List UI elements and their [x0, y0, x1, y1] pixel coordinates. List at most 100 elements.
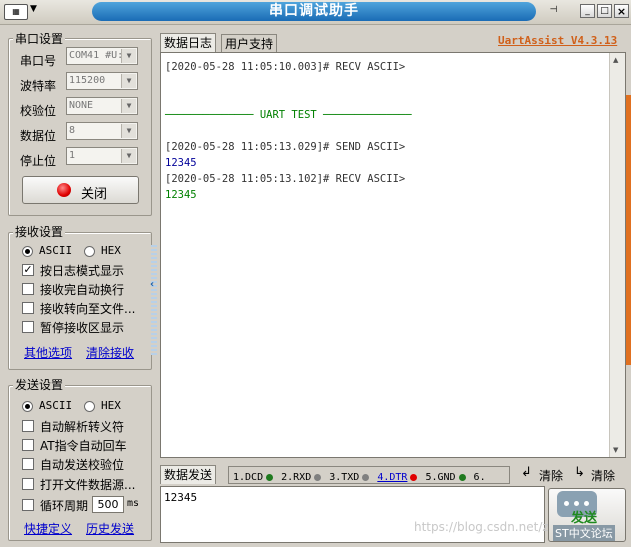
tab-user-support[interactable]: 用户支持: [221, 34, 278, 52]
auto-newline-label: 接收完自动换行: [40, 283, 125, 297]
receive-hex-radio[interactable]: [84, 246, 95, 257]
data-bits-value: 8: [69, 125, 76, 136]
signal-indicator[interactable]: 2.RXD: [281, 472, 322, 483]
stop-bits-select[interactable]: 1 ▼: [66, 147, 138, 165]
log-line: ────────────── UART TEST ──────────────: [165, 109, 412, 121]
data-bits-select[interactable]: 8 ▼: [66, 122, 138, 140]
signal-indicator[interactable]: 3.TXD: [329, 472, 370, 483]
receive-settings-title: 接收设置: [13, 223, 66, 240]
scroll-up-icon[interactable]: ▲: [613, 56, 618, 64]
log-line: [2020-05-28 11:05:10.003]# RECV ASCII>: [165, 61, 406, 73]
at-auto-return-checkbox[interactable]: [22, 439, 34, 451]
signal-label: 6.: [473, 472, 486, 483]
clear-send-button[interactable]: 清除: [539, 467, 563, 484]
clear-receive-link[interactable]: 清除接收: [86, 344, 134, 361]
escape-parse-label: 自动解析转义符: [40, 420, 125, 434]
chevron-down-icon: ▼: [121, 99, 136, 113]
baud-label: 波特率: [20, 79, 57, 93]
receive-hex-label: HEX: [101, 244, 121, 257]
log-mode-label: 按日志模式显示: [40, 264, 125, 278]
stop-bits-value: 1: [69, 150, 76, 161]
window-title: 串口调试助手: [92, 2, 536, 21]
auto-checksum-label: 自动发送校验位: [40, 458, 125, 472]
log-line: 12345: [165, 157, 197, 169]
data-bits-label: 数据位: [20, 129, 57, 143]
scroll-down-icon[interactable]: ▼: [613, 446, 618, 454]
parity-label: 校验位: [20, 104, 57, 118]
chevron-down-icon: ▼: [121, 124, 136, 138]
log-mode-checkbox[interactable]: ✓: [22, 264, 34, 276]
log-scrollbar[interactable]: ▲ ▼: [609, 53, 625, 457]
shortcut-define-link[interactable]: 快捷定义: [24, 520, 72, 537]
send-ascii-radio[interactable]: [22, 401, 33, 412]
right-edge-bar: [626, 95, 631, 365]
baud-select[interactable]: 115200 ▼: [66, 72, 138, 90]
collapse-left-icon[interactable]: ‹: [150, 279, 154, 290]
signal-led-icon: [314, 473, 322, 481]
log-line: [2020-05-28 11:05:13.029]# SEND ASCII>: [165, 141, 406, 153]
port-label: 串口号: [20, 54, 57, 68]
signal-led-icon: [458, 473, 466, 481]
send-hex-label: HEX: [101, 399, 121, 412]
at-auto-return-label: AT指令自动回车: [40, 439, 127, 453]
stop-bits-label: 停止位: [20, 154, 57, 168]
panel-splitter[interactable]: [151, 245, 157, 355]
receive-ascii-label: ASCII: [39, 244, 73, 257]
send-hex-radio[interactable]: [84, 401, 95, 412]
log-line: [2020-05-28 11:05:13.102]# RECV ASCII>: [165, 173, 406, 185]
auto-newline-checkbox[interactable]: [22, 283, 34, 295]
clear-counter-icon[interactable]: ↳: [574, 465, 585, 480]
port-select[interactable]: COM41 #U: ▼: [66, 47, 138, 65]
serial-settings-title: 串口设置: [13, 30, 66, 47]
signal-led-icon: [410, 473, 418, 481]
signal-label: 2.RXD: [281, 472, 312, 483]
send-ascii-label: ASCII: [39, 399, 73, 412]
file-source-checkbox[interactable]: [22, 478, 34, 490]
close-window-button[interactable]: ×: [614, 4, 629, 18]
signal-indicator[interactable]: 5.GND: [425, 472, 466, 483]
minimize-button[interactable]: _: [580, 4, 595, 18]
loop-period-input[interactable]: 500: [92, 496, 124, 513]
chevron-down-icon: ▼: [121, 149, 136, 163]
auto-checksum-checkbox[interactable]: [22, 458, 34, 470]
signal-indicator[interactable]: 1.DCD: [233, 472, 274, 483]
receive-log-area[interactable]: [2020-05-28 11:05:10.003]# RECV ASCII> ──…: [160, 52, 626, 458]
send-input[interactable]: 12345: [160, 486, 545, 543]
signal-indicator[interactable]: 6.: [474, 472, 486, 483]
signal-label: 3.TXD: [329, 472, 360, 483]
port-value: COM41 #U:: [69, 50, 124, 61]
loop-label: 循环周期: [40, 499, 89, 513]
tab-data-send[interactable]: 数据发送: [160, 465, 217, 484]
pause-display-checkbox[interactable]: [22, 321, 34, 333]
pin-icon[interactable]: ⊣: [546, 4, 561, 18]
receive-ascii-radio[interactable]: [22, 246, 33, 257]
parity-select[interactable]: NONE ▼: [66, 97, 138, 115]
brand-version-link[interactable]: UartAssist V4.3.13: [498, 34, 617, 47]
clear-counter-button[interactable]: 清除: [591, 467, 615, 484]
status-led-icon: [57, 183, 71, 197]
maximize-button[interactable]: □: [597, 4, 612, 18]
signal-label: 4.DTR: [377, 472, 408, 483]
file-source-label: 打开文件数据源...: [40, 478, 136, 492]
loop-checkbox[interactable]: [22, 499, 34, 511]
tab-data-log[interactable]: 数据日志: [160, 33, 217, 52]
menu-dropdown-icon[interactable]: ▼: [30, 4, 37, 14]
receive-to-file-checkbox[interactable]: [22, 302, 34, 314]
title-bar: ▦ ▼ 串口调试助手 ⊣ _ □ ×: [0, 0, 631, 25]
pause-display-label: 暂停接收区显示: [40, 321, 125, 335]
more-options-link[interactable]: 其他选项: [24, 344, 72, 361]
chevron-down-icon: ▼: [121, 49, 136, 63]
app-icon[interactable]: ▦: [4, 4, 28, 20]
signal-label: 5.GND: [425, 472, 456, 483]
signal-indicator[interactable]: 4.DTR: [377, 472, 418, 483]
close-port-button[interactable]: 关闭: [22, 176, 139, 204]
log-line: 12345: [165, 189, 197, 201]
escape-parse-checkbox[interactable]: [22, 420, 34, 432]
receive-to-file-label: 接收转向至文件...: [40, 302, 136, 316]
close-port-label: 关闭: [81, 187, 108, 202]
send-button[interactable]: 发送 ST中文论坛: [548, 488, 626, 542]
history-send-link[interactable]: 历史发送: [86, 520, 134, 537]
clear-send-icon[interactable]: ↲: [521, 465, 532, 480]
